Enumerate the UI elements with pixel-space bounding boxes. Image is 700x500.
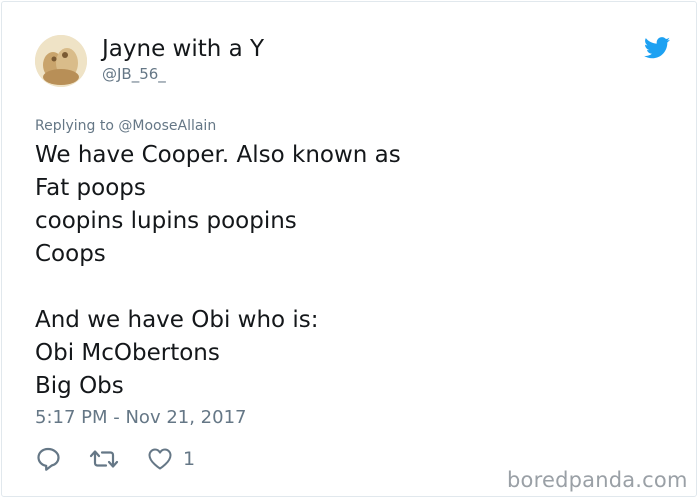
- retweet-icon: [89, 450, 119, 468]
- user-handle[interactable]: @JB_56_: [102, 65, 166, 83]
- tweet-text: We have Cooper. Also known as Fat poops …: [35, 139, 675, 403]
- heart-icon: [148, 448, 172, 470]
- twitter-bird-icon[interactable]: [644, 37, 670, 59]
- tweet-line: Coops: [35, 241, 106, 267]
- tweet-line: We have Cooper. Also known as: [35, 142, 401, 168]
- tweet-line: Fat poops: [35, 175, 146, 201]
- replying-to[interactable]: Replying to @MooseAllain: [35, 117, 216, 135]
- tweet-timestamp[interactable]: 5:17 PM - Nov 21, 2017: [35, 407, 246, 429]
- tweet-line: coopins lupins poopins: [35, 208, 297, 234]
- like-button[interactable]: 1: [147, 447, 195, 471]
- tweet-line: Big Obs: [35, 373, 124, 399]
- avatar[interactable]: [35, 35, 87, 87]
- tweet-actions: 1: [35, 445, 223, 473]
- display-name[interactable]: Jayne with a Y: [102, 35, 264, 63]
- tweet-line: [35, 271, 675, 304]
- reply-button[interactable]: [35, 446, 61, 472]
- watermark: boredpanda.com: [507, 468, 688, 492]
- tweet-line: And we have Obi who is:: [35, 307, 319, 333]
- tweet-card: Jayne with a Y @JB_56_ Replying to @Moos…: [1, 1, 697, 497]
- tweet-line: Obi McObertons: [35, 340, 220, 366]
- like-count: 1: [183, 448, 196, 470]
- retweet-button[interactable]: [89, 446, 119, 472]
- reply-icon: [37, 447, 60, 471]
